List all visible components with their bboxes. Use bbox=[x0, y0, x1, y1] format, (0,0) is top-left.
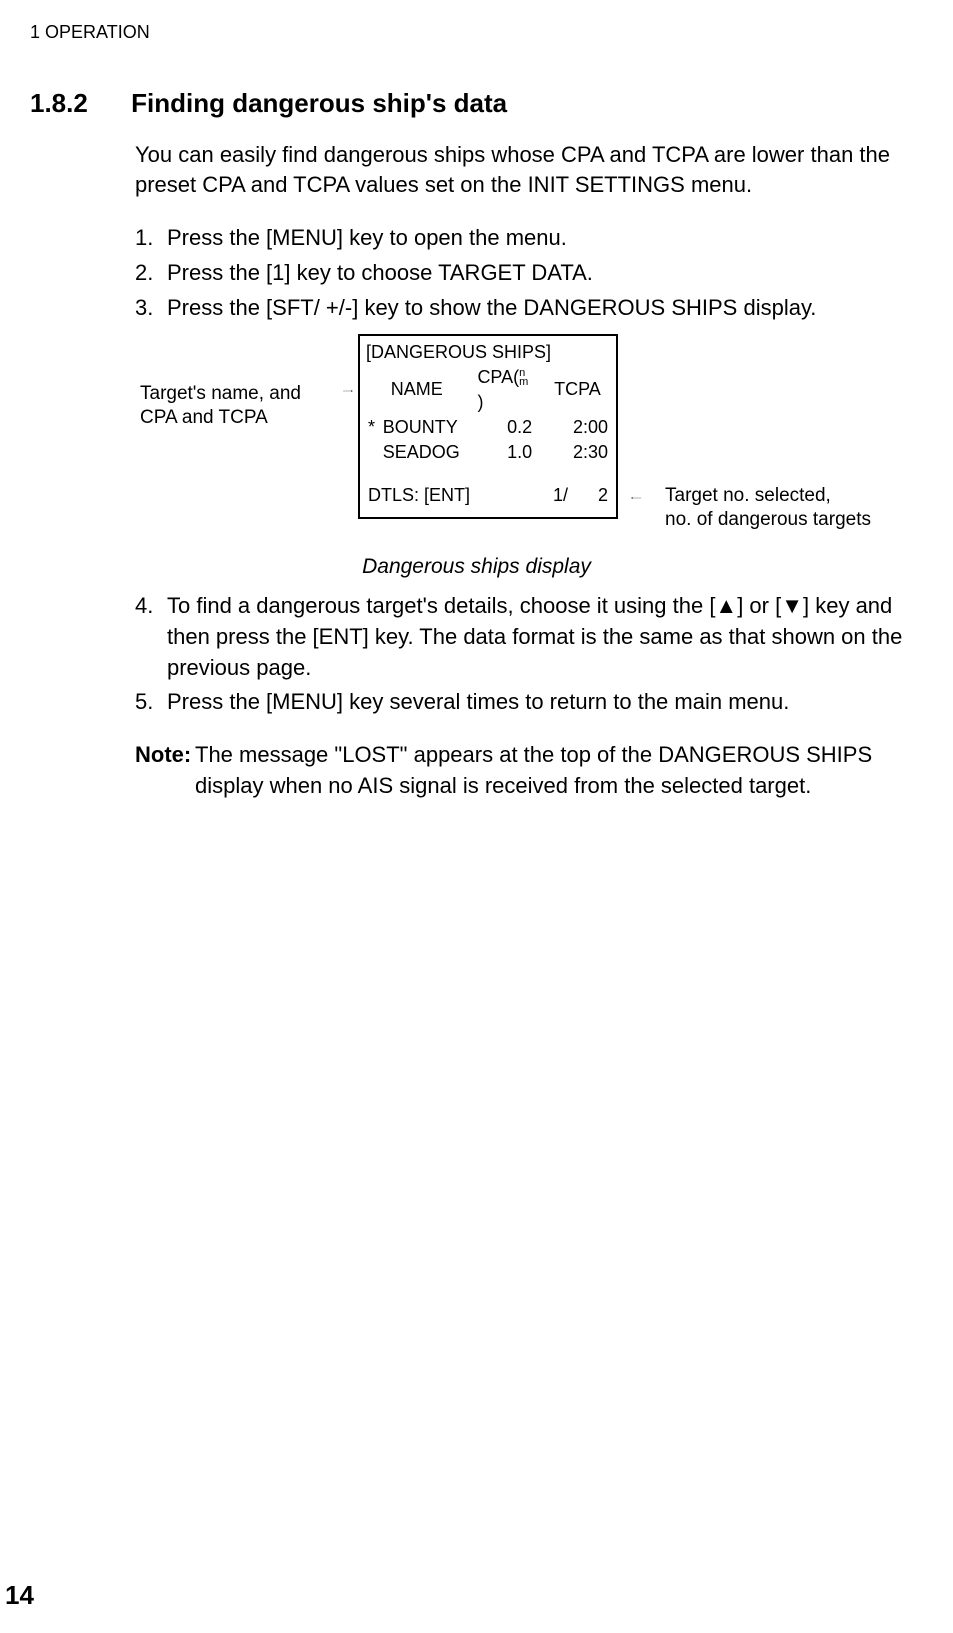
step-text: Press the [MENU] key to open the menu. bbox=[167, 223, 923, 254]
callout-left: Target's name, and CPA and TCPA bbox=[140, 382, 320, 431]
callout-right: Target no. selected, no. of dangerous ta… bbox=[665, 484, 925, 533]
step-number: 5. bbox=[135, 687, 167, 718]
header-cpa: CPA(nm) bbox=[475, 365, 552, 415]
step-text: Press the [MENU] key several times to re… bbox=[167, 687, 923, 718]
step-text: To find a dangerous target's details, ch… bbox=[167, 591, 923, 683]
cpa-unit: nm bbox=[519, 369, 528, 387]
unit-m: m bbox=[519, 378, 528, 387]
step-number: 1. bbox=[135, 223, 167, 254]
header-star bbox=[366, 365, 381, 415]
note-block: Note: The message "LOST" appears at the … bbox=[135, 740, 923, 802]
screen-footer: DTLS: [ENT] 1/ 2 bbox=[368, 483, 608, 508]
note-label: Note: bbox=[135, 740, 195, 802]
row-cpa: 1.0 bbox=[475, 440, 552, 465]
footer-total: 2 bbox=[598, 485, 608, 505]
note-text: The message "LOST" appears at the top of… bbox=[195, 740, 923, 802]
callout-right-line2: no. of dangerous targets bbox=[665, 509, 871, 530]
figure-wrapper: Target's name, and CPA and TCPA [DANGERO… bbox=[30, 334, 923, 544]
header-name: NAME bbox=[381, 365, 476, 415]
screen-table: NAME CPA(nm) TCPA * BOUNTY 0.2 2:00 SEAD… bbox=[366, 365, 610, 466]
section-heading: Finding dangerous ship's data bbox=[131, 85, 507, 121]
list-item: 4. To find a dangerous target's details,… bbox=[135, 591, 923, 683]
footer-dtls: DTLS: [ENT] bbox=[368, 483, 470, 508]
step-number: 3. bbox=[135, 293, 167, 324]
row-tcpa: 2:30 bbox=[552, 440, 610, 465]
list-item: 5. Press the [MENU] key several times to… bbox=[135, 687, 923, 718]
row-name: SEADOG bbox=[381, 440, 476, 465]
list-item: 2. Press the [1] key to choose TARGET DA… bbox=[135, 258, 923, 289]
screen-title: [DANGEROUS SHIPS] bbox=[366, 340, 610, 365]
row-star bbox=[366, 440, 381, 465]
row-tcpa: 2:00 bbox=[552, 415, 610, 440]
table-header-row: NAME CPA(nm) TCPA bbox=[366, 365, 610, 415]
callout-right-line1: Target no. selected, bbox=[665, 485, 831, 506]
callout-left-line1: Target's name, and bbox=[140, 383, 301, 404]
row-star: * bbox=[366, 415, 381, 440]
intro-paragraph: You can easily find dangerous ships whos… bbox=[135, 140, 923, 202]
row-name: BOUNTY bbox=[381, 415, 476, 440]
dangerous-ships-screen: [DANGEROUS SHIPS] NAME CPA(nm) TCPA * BO… bbox=[358, 334, 618, 519]
chapter-header: 1 OPERATION bbox=[30, 20, 923, 45]
cpa-post: ) bbox=[477, 392, 483, 412]
cpa-pre: CPA( bbox=[477, 367, 519, 387]
section-number: 1.8.2 bbox=[30, 85, 125, 121]
footer-page: 1/ bbox=[553, 485, 568, 505]
step-number: 4. bbox=[135, 591, 167, 683]
figure-caption: Dangerous ships display bbox=[30, 552, 923, 581]
step-text: Press the [1] key to choose TARGET DATA. bbox=[167, 258, 923, 289]
footer-pages: 1/ 2 bbox=[553, 483, 608, 508]
callout-left-line2: CPA and TCPA bbox=[140, 407, 268, 428]
step-text: Press the [SFT/ +/-] key to show the DAN… bbox=[167, 293, 923, 324]
list-item: 1. Press the [MENU] key to open the menu… bbox=[135, 223, 923, 254]
list-item: 3. Press the [SFT/ +/-] key to show the … bbox=[135, 293, 923, 324]
step-number: 2. bbox=[135, 258, 167, 289]
row-cpa: 0.2 bbox=[475, 415, 552, 440]
section-title-row: 1.8.2 Finding dangerous ship's data bbox=[30, 85, 923, 121]
table-row: SEADOG 1.0 2:30 bbox=[366, 440, 610, 465]
arrow-right-icon bbox=[610, 497, 662, 499]
table-row: * BOUNTY 0.2 2:00 bbox=[366, 415, 610, 440]
header-tcpa: TCPA bbox=[552, 365, 610, 415]
page-number: 14 bbox=[5, 1577, 34, 1613]
